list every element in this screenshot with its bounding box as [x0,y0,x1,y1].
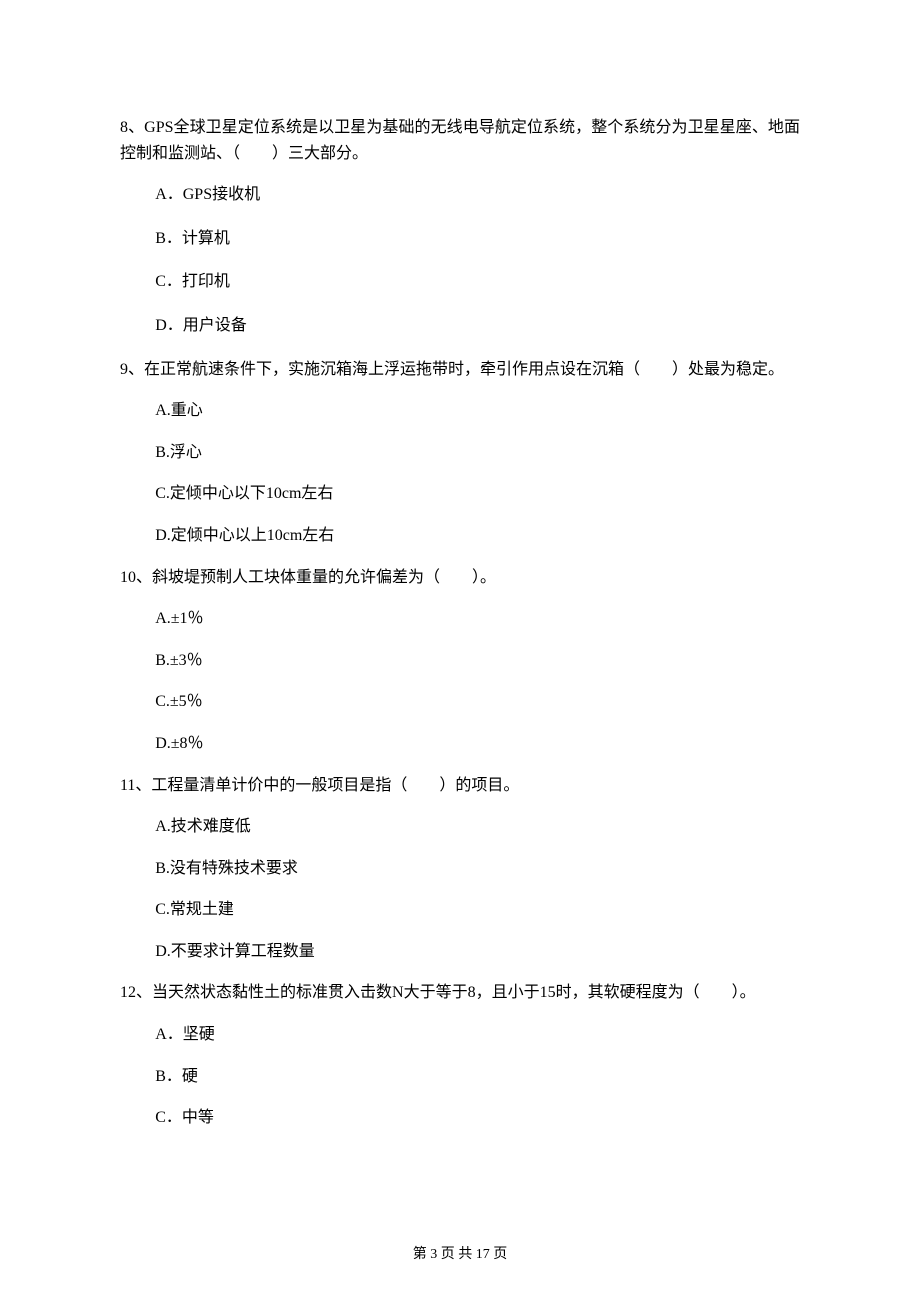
question-stem: 12、当天然状态黏性土的标准贯入击数N大于等于8，且小于15时，其软硬程度为（ … [120,980,800,1006]
question-number: 11、 [120,777,151,794]
question-text: 斜坡堤预制人工块体重量的允许偏差为（ ）。 [152,569,496,586]
question-12: 12、当天然状态黏性土的标准贯入击数N大于等于8，且小于15时，其软硬程度为（ … [120,980,800,1130]
question-8: 8、GPS全球卫星定位系统是以卫星为基础的无线电导航定位系统，整个系统分为卫星星… [120,115,800,339]
question-text: 当天然状态黏性土的标准贯入击数N大于等于8，且小于15时，其软硬程度为（ ）。 [152,984,756,1001]
question-stem: 10、斜坡堤预制人工块体重量的允许偏差为（ ）。 [120,565,800,591]
option-b: B.没有特殊技术要求 [120,856,800,882]
question-11: 11、工程量清单计价中的一般项目是指（ ）的项目。 A.技术难度低 B.没有特殊… [120,773,800,965]
option-c: C.±5％ [120,689,800,715]
question-10: 10、斜坡堤预制人工块体重量的允许偏差为（ ）。 A.±1％ B.±3％ C.±… [120,565,800,757]
document-page: 8、GPS全球卫星定位系统是以卫星为基础的无线电导航定位系统，整个系统分为卫星星… [0,0,920,1302]
page-footer: 第 3 页 共 17 页 [0,1244,920,1266]
option-b: B．计算机 [120,226,800,252]
option-d: D.定倾中心以上10cm左右 [120,523,800,549]
question-number: 8、 [120,119,144,136]
question-number: 9、 [120,361,144,378]
question-9: 9、在正常航速条件下，实施沉箱海上浮运拖带时，牵引作用点设在沉箱（ ）处最为稳定… [120,357,800,549]
option-c: C．打印机 [120,269,800,295]
option-a: A．坚硬 [120,1022,800,1048]
option-d: D．用户设备 [120,313,800,339]
option-a: A．GPS接收机 [120,182,800,208]
question-stem: 11、工程量清单计价中的一般项目是指（ ）的项目。 [120,773,800,799]
option-b: B.浮心 [120,440,800,466]
option-d: D.±8％ [120,731,800,757]
option-c: C．中等 [120,1105,800,1131]
question-text: GPS全球卫星定位系统是以卫星为基础的无线电导航定位系统，整个系统分为卫星星座、… [120,119,800,162]
option-c: C.定倾中心以下10cm左右 [120,481,800,507]
question-stem: 8、GPS全球卫星定位系统是以卫星为基础的无线电导航定位系统，整个系统分为卫星星… [120,115,800,166]
option-b: B.±3％ [120,648,800,674]
question-stem: 9、在正常航速条件下，实施沉箱海上浮运拖带时，牵引作用点设在沉箱（ ）处最为稳定… [120,357,800,383]
option-c: C.常规土建 [120,897,800,923]
option-a: A.重心 [120,398,800,424]
option-d: D.不要求计算工程数量 [120,939,800,965]
question-text: 在正常航速条件下，实施沉箱海上浮运拖带时，牵引作用点设在沉箱（ ）处最为稳定。 [144,361,784,378]
option-a: A.±1％ [120,606,800,632]
question-number: 12、 [120,984,152,1001]
option-a: A.技术难度低 [120,814,800,840]
option-b: B．硬 [120,1064,800,1090]
question-number: 10、 [120,569,152,586]
question-text: 工程量清单计价中的一般项目是指（ ）的项目。 [151,777,519,794]
